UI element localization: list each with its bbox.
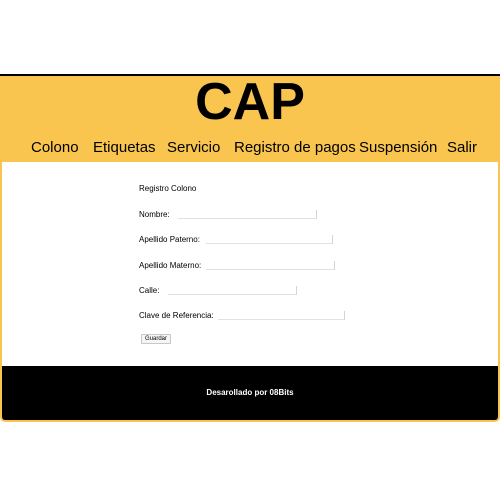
apellido-paterno-label: Apellido Paterno: <box>139 235 200 244</box>
site-header: CAP Colono Etiquetas Servicio Registro d… <box>2 76 498 162</box>
app-frame: CAP Colono Etiquetas Servicio Registro d… <box>0 76 500 422</box>
calle-label: Calle: <box>139 286 160 295</box>
nav-item-suspension[interactable]: Suspensión <box>359 138 437 158</box>
apellido-materno-label: Apellido Materno: <box>139 261 202 270</box>
form-title: Registro Colono <box>139 184 197 193</box>
footer-credit: Desarollado por 08Bits <box>206 388 294 397</box>
calle-input[interactable] <box>168 286 297 295</box>
apellido-paterno-input[interactable] <box>206 235 333 244</box>
clave-de-referencia-label: Clave de Referencia: <box>139 311 214 320</box>
main-nav: Colono Etiquetas Servicio Registro de pa… <box>2 138 498 158</box>
site-logo: CAP <box>195 76 305 131</box>
nav-item-registro-de-pagos[interactable]: Registro de pagos <box>234 138 356 158</box>
main-content: Registro Colono Nombre: Apellido Paterno… <box>2 162 498 366</box>
nav-item-servicio[interactable]: Servicio <box>167 138 220 158</box>
nav-item-colono[interactable]: Colono <box>31 138 79 158</box>
nav-item-etiquetas[interactable]: Etiquetas <box>93 138 156 158</box>
nav-item-salir[interactable]: Salir <box>447 138 477 158</box>
apellido-materno-input[interactable] <box>206 261 335 270</box>
save-button[interactable]: Guardar <box>141 334 172 344</box>
nombre-input[interactable] <box>178 210 317 219</box>
nombre-label: Nombre: <box>139 210 170 219</box>
site-footer: Desarollado por 08Bits <box>2 366 498 420</box>
clave-de-referencia-input[interactable] <box>218 311 345 320</box>
page: CAP Colono Etiquetas Servicio Registro d… <box>0 0 500 500</box>
